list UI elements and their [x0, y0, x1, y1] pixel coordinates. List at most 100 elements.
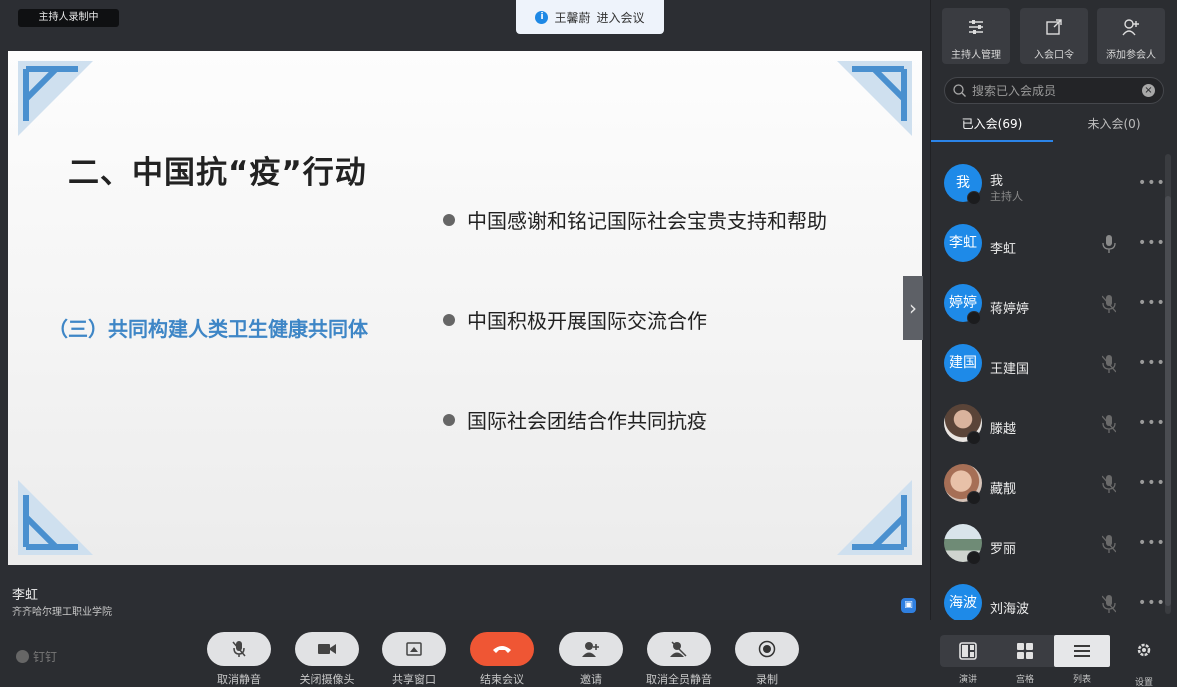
list-item[interactable]: 罗丽 •••: [931, 514, 1167, 574]
add-participant-button[interactable]: 添加参会人: [1097, 8, 1165, 64]
avatar: 海波: [944, 584, 982, 620]
view-list-label: 列表: [1072, 675, 1091, 685]
unmute-button[interactable]: [207, 632, 271, 666]
clear-search-icon[interactable]: ×: [1142, 84, 1155, 97]
list-item[interactable]: 藏靓 •••: [931, 454, 1167, 514]
bullet-text: 中国积极开展国际交流合作: [467, 309, 707, 333]
record-icon: [758, 640, 776, 658]
mute-all-icon: [670, 641, 687, 657]
toast-text: 进入会议: [596, 10, 645, 25]
list-item[interactable]: 建国 王建国 •••: [931, 334, 1167, 394]
mic-off-icon[interactable]: [1102, 294, 1116, 314]
member-role: 主持人: [990, 190, 1023, 203]
list-item[interactable]: 李虹 李虹 •••: [931, 214, 1167, 274]
speaker-name: 李虹: [12, 588, 39, 603]
invite-user-icon: [582, 642, 599, 657]
sliders-icon: [969, 20, 983, 34]
bullet-text: 国际社会团结合作共同抗疫: [467, 409, 707, 433]
shared-slide: 二、中国抗“疫”行动 （三）共同构建人类卫生健康共同体 中国感谢和铭记国际社会宝…: [8, 51, 922, 565]
gear-icon: [1137, 643, 1151, 657]
end-meeting-label: 结束会议: [480, 673, 524, 686]
corner-decoration-icon: [837, 480, 912, 555]
info-icon: i: [535, 10, 549, 24]
next-page-chevron-icon[interactable]: ›: [903, 276, 923, 340]
corner-decoration-icon: [837, 61, 912, 136]
member-search[interactable]: 搜索已入会成员 ×: [944, 77, 1164, 104]
bullet-dot-icon: [443, 413, 455, 426]
view-mode-bar: 演讲 宫格 列表 设置: [930, 620, 1177, 687]
search-input[interactable]: 搜索已入会成员: [972, 82, 1136, 99]
corner-decoration-icon: [18, 61, 93, 136]
mic-off-icon[interactable]: [1102, 474, 1116, 494]
device-badge-icon: [967, 191, 981, 205]
brand-text: 钉钉: [33, 650, 58, 664]
view-grid-button[interactable]: [997, 635, 1053, 667]
more-options-icon[interactable]: •••: [1138, 235, 1166, 251]
share-window-button[interactable]: [382, 632, 446, 666]
join-code-button[interactable]: 入会口令: [1020, 8, 1088, 64]
hangup-icon: [493, 646, 511, 653]
device-badge-icon: [967, 551, 981, 565]
list-item[interactable]: 海波 刘海波 •••: [931, 574, 1167, 620]
device-badge-icon: [967, 491, 981, 505]
list-item[interactable]: 滕越 •••: [931, 394, 1167, 454]
unmute-all-button[interactable]: [647, 632, 711, 666]
avatar: 建国: [944, 344, 982, 382]
invite-label: 邀请: [580, 673, 602, 686]
list-layout-icon: [1074, 645, 1090, 657]
view-list-button[interactable]: [1054, 635, 1110, 667]
mic-icon[interactable]: [1102, 234, 1116, 254]
view-speaker-label: 演讲: [958, 675, 977, 685]
record-label: 录制: [756, 673, 778, 686]
corner-decoration-icon: [18, 480, 93, 555]
mic-off-icon[interactable]: [1102, 594, 1116, 614]
external-link-icon: [1046, 19, 1062, 35]
bullet-text: 中国感谢和铭记国际社会宝贵支持和帮助: [467, 209, 827, 233]
speaker-org: 齐齐哈尔理工职业学院: [12, 607, 112, 618]
slide-subtitle: （三）共同构建人类卫生健康共同体: [48, 317, 368, 341]
more-options-icon[interactable]: •••: [1138, 295, 1166, 311]
mic-off-icon[interactable]: [1102, 534, 1116, 554]
more-options-icon[interactable]: •••: [1138, 415, 1166, 431]
more-options-icon[interactable]: •••: [1138, 355, 1166, 371]
list-item[interactable]: 我 我 主持人 •••: [931, 154, 1167, 214]
tab-joined[interactable]: 已入会(69): [931, 108, 1053, 142]
search-icon: [953, 84, 966, 97]
slide-bullet: 中国感谢和铭记国际社会宝贵支持和帮助: [443, 205, 827, 234]
view-mode-group: [940, 635, 1110, 667]
end-meeting-button[interactable]: [470, 632, 534, 666]
mic-off-icon[interactable]: [1102, 414, 1116, 434]
grid-layout-icon: [1017, 643, 1033, 659]
invite-button[interactable]: [559, 632, 623, 666]
member-name: 藏靓: [990, 482, 1017, 497]
more-options-icon[interactable]: •••: [1138, 595, 1166, 611]
more-options-icon[interactable]: •••: [1138, 175, 1166, 191]
host-manage-button[interactable]: 主持人管理: [942, 8, 1010, 64]
view-speaker-button[interactable]: [940, 635, 996, 667]
avatar: 李虹: [944, 224, 982, 262]
bullet-dot-icon: [443, 313, 455, 326]
add-participant-label: 添加参会人: [1106, 50, 1156, 61]
chat-bubble-icon[interactable]: ▣: [901, 598, 916, 613]
member-name: 王建国: [990, 362, 1030, 377]
dingtalk-brand: 钉钉: [16, 648, 57, 665]
camera-off-button[interactable]: [295, 632, 359, 666]
list-item[interactable]: 婷婷 蒋婷婷 •••: [931, 274, 1167, 334]
more-options-icon[interactable]: •••: [1138, 475, 1166, 491]
record-button[interactable]: [735, 632, 799, 666]
device-badge-icon: [967, 311, 981, 325]
view-grid-label: 宫格: [1015, 675, 1034, 685]
more-options-icon[interactable]: •••: [1138, 535, 1166, 551]
dingtalk-logo-icon: [16, 650, 29, 663]
main-stage: 主持人录制中 i 王馨蔚 进入会议 二、中国抗“疫”行动 （三）共同构建人类卫生…: [0, 0, 930, 620]
camera-off-label: 关闭摄像头: [299, 673, 355, 686]
recording-badge: 主持人录制中: [18, 9, 119, 27]
member-name: 李虹: [990, 242, 1017, 257]
settings-button[interactable]: 设置: [1126, 642, 1162, 687]
tab-not-joined[interactable]: 未入会(0): [1053, 108, 1175, 142]
member-name: 滕越: [990, 422, 1017, 437]
add-user-icon: [1122, 19, 1139, 36]
slide-bullet: 中国积极开展国际交流合作: [443, 305, 707, 334]
mic-off-icon[interactable]: [1102, 354, 1116, 374]
bullet-dot-icon: [443, 213, 455, 226]
